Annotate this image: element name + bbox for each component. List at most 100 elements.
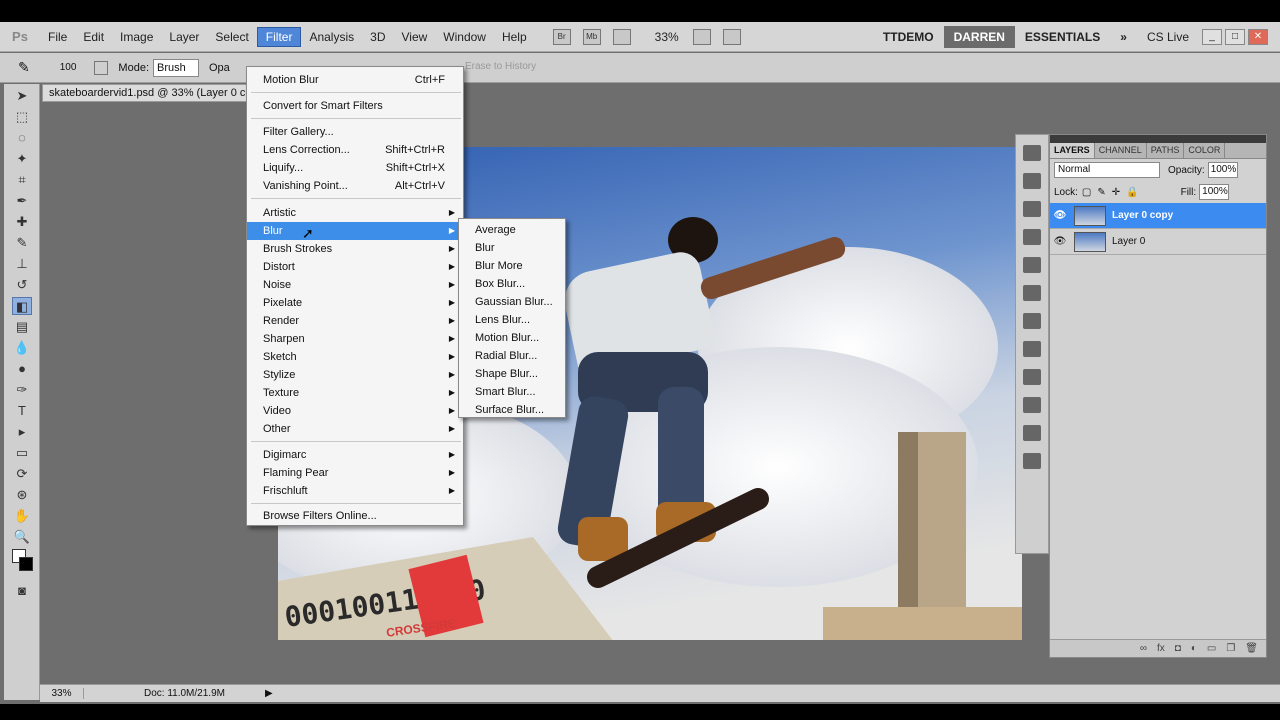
history-brush-tool-icon[interactable]: ↺: [12, 276, 32, 294]
history-panel-icon[interactable]: [1023, 173, 1041, 189]
mini-bridge-panel-icon[interactable]: [1023, 145, 1041, 161]
blur-item-motion-blur[interactable]: Motion Blur...: [459, 329, 565, 347]
menu-select[interactable]: Select: [207, 28, 256, 46]
status-menu-arrow-icon[interactable]: ▶: [265, 688, 273, 699]
menu-item-render[interactable]: Render ▶: [247, 312, 463, 330]
blur-item-average[interactable]: Average: [459, 221, 565, 239]
menu-item-frischluft[interactable]: Frischluft ▶: [247, 482, 463, 500]
blend-mode-select[interactable]: Normal: [1054, 162, 1160, 178]
blur-item-radial-blur[interactable]: Radial Blur...: [459, 347, 565, 365]
tab-channels[interactable]: CHANNEL: [1095, 143, 1147, 158]
menu-edit[interactable]: Edit: [75, 28, 112, 46]
panel-header-bar[interactable]: [1050, 135, 1266, 143]
blur-item-shape-blur[interactable]: Shape Blur...: [459, 365, 565, 383]
mode-select[interactable]: Brush: [153, 58, 199, 77]
blur-item-box-blur[interactable]: Box Blur...: [459, 275, 565, 293]
navigator-panel-icon[interactable]: [1023, 257, 1041, 273]
menu-layer[interactable]: Layer: [161, 28, 207, 46]
menu-item-sharpen[interactable]: Sharpen ▶: [247, 330, 463, 348]
menu-filter[interactable]: Filter: [256, 26, 302, 47]
info-panel-icon[interactable]: [1023, 341, 1041, 357]
eraser-tool-icon[interactable]: ◧: [12, 297, 32, 315]
blur-item-blur[interactable]: Blur: [459, 239, 565, 257]
arrange-documents-icon[interactable]: [692, 28, 711, 45]
3d-rotate-tool-icon[interactable]: ⟳: [12, 465, 32, 483]
dodge-tool-icon[interactable]: ●: [12, 360, 32, 378]
document-tab[interactable]: skateboardervid1.psd @ 33% (Layer 0 co: [42, 84, 252, 102]
lock-transparency-icon[interactable]: ▢: [1082, 187, 1091, 198]
menu-item-other[interactable]: Other ▶: [247, 420, 463, 438]
menu-item-noise[interactable]: Noise ▶: [247, 276, 463, 294]
tab-paths[interactable]: PATHS: [1147, 143, 1185, 158]
opacity-input[interactable]: 100%: [1207, 162, 1238, 178]
lock-all-icon[interactable]: 🔒: [1126, 187, 1138, 198]
quick-select-tool-icon[interactable]: ✦: [12, 150, 32, 168]
status-zoom[interactable]: 33%: [40, 688, 84, 699]
add-mask-icon[interactable]: ◘: [1175, 643, 1181, 654]
marquee-tool-icon[interactable]: ⬚: [12, 108, 32, 126]
mini-bridge-icon[interactable]: Mb: [582, 28, 601, 45]
histogram-panel-icon[interactable]: [1023, 285, 1041, 301]
menu-item-motion-blur-last[interactable]: Motion Blur Ctrl+F: [247, 71, 463, 89]
menu-item-digimarc[interactable]: Digimarc ▶: [247, 446, 463, 464]
menu-view[interactable]: View: [393, 28, 435, 46]
erase-to-history-checkbox[interactable]: Erase to History: [465, 61, 536, 72]
adjustments-panel-icon[interactable]: [1023, 229, 1041, 245]
more-workspaces-icon[interactable]: »: [1110, 26, 1137, 48]
brush-tool-icon[interactable]: ✎: [12, 234, 32, 252]
cs-live-button[interactable]: CS Live: [1137, 26, 1199, 48]
workspace-ttdemo[interactable]: TTDEMO: [873, 26, 944, 48]
type-tool-icon[interactable]: T: [12, 402, 32, 420]
crop-tool-icon[interactable]: ⌗: [12, 171, 32, 189]
adjustment-layer-icon[interactable]: ◐: [1191, 643, 1197, 654]
layer-style-icon[interactable]: fx: [1157, 643, 1165, 654]
layer-row-layer-0-copy[interactable]: 👁 Layer 0 copy: [1050, 203, 1266, 229]
blur-item-lens-blur[interactable]: Lens Blur...: [459, 311, 565, 329]
new-layer-icon[interactable]: ❐: [1226, 643, 1235, 654]
menu-item-filter-gallery[interactable]: Filter Gallery...: [247, 123, 463, 141]
brush-panel-icon[interactable]: [94, 60, 109, 75]
menu-file[interactable]: File: [40, 28, 75, 46]
path-select-tool-icon[interactable]: ▸: [12, 423, 32, 441]
close-icon[interactable]: ✕: [1248, 29, 1268, 45]
menu-item-brush-strokes[interactable]: Brush Strokes ▶: [247, 240, 463, 258]
3d-orbit-tool-icon[interactable]: ⊛: [12, 486, 32, 504]
menu-item-lens-correction[interactable]: Lens Correction... Shift+Ctrl+R: [247, 141, 463, 159]
move-tool-icon[interactable]: ➤: [12, 87, 32, 105]
fill-input[interactable]: 100%: [1199, 184, 1230, 200]
brush-size-value[interactable]: 100: [60, 62, 77, 73]
gradient-tool-icon[interactable]: ▤: [12, 318, 32, 336]
minimize-icon[interactable]: _: [1202, 29, 1222, 45]
menu-item-sketch[interactable]: Sketch ▶: [247, 348, 463, 366]
maximize-icon[interactable]: □: [1225, 29, 1245, 45]
menu-item-browse-filters-online[interactable]: Browse Filters Online...: [247, 507, 463, 525]
blur-item-blur-more[interactable]: Blur More: [459, 257, 565, 275]
zoom-tool-icon[interactable]: 🔍: [12, 528, 32, 546]
blur-item-smart-blur[interactable]: Smart Blur...: [459, 383, 565, 401]
menu-analysis[interactable]: Analysis: [301, 28, 362, 46]
brush-presets-panel-icon[interactable]: [1023, 397, 1041, 413]
tab-layers[interactable]: LAYERS: [1050, 143, 1095, 158]
paragraph-panel-icon[interactable]: [1023, 453, 1041, 469]
menu-item-texture[interactable]: Texture ▶: [247, 384, 463, 402]
menu-item-liquify[interactable]: Liquify... Shift+Ctrl+X: [247, 159, 463, 177]
view-extras-icon[interactable]: [612, 28, 631, 45]
healing-brush-tool-icon[interactable]: ✚: [12, 213, 32, 231]
menu-item-blur[interactable]: Blur ▶: [247, 222, 463, 240]
layer-row-layer-0[interactable]: 👁 Layer 0: [1050, 229, 1266, 255]
new-group-icon[interactable]: ▭: [1207, 643, 1216, 654]
shape-tool-icon[interactable]: ▭: [12, 444, 32, 462]
tab-color[interactable]: COLOR: [1184, 143, 1226, 158]
menu-item-stylize[interactable]: Stylize ▶: [247, 366, 463, 384]
screen-mode-icon[interactable]: [722, 28, 741, 45]
color-swatches-icon[interactable]: [12, 549, 33, 579]
menu-item-vanishing-point[interactable]: Vanishing Point... Alt+Ctrl+V: [247, 177, 463, 195]
menu-item-convert-smart-filters[interactable]: Convert for Smart Filters: [247, 97, 463, 115]
eraser-tool-icon[interactable]: ✎: [18, 59, 30, 76]
tool-presets-panel-icon[interactable]: [1023, 369, 1041, 385]
menu-image[interactable]: Image: [112, 28, 161, 46]
lock-position-icon[interactable]: ✛: [1112, 187, 1120, 198]
blur-tool-icon[interactable]: 💧: [12, 339, 32, 357]
clone-source-panel-icon[interactable]: [1023, 313, 1041, 329]
menu-item-video[interactable]: Video ▶: [247, 402, 463, 420]
